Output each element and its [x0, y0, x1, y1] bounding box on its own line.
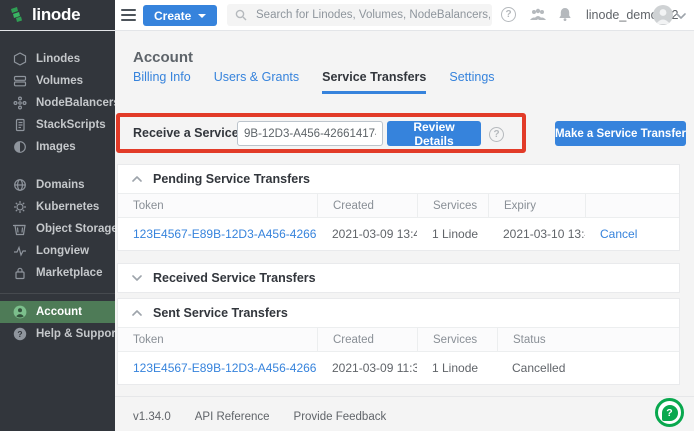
column-header-status: Status: [497, 328, 679, 351]
globe-icon: [12, 178, 27, 192]
sidebar-item-images[interactable]: Images: [0, 136, 115, 158]
panel-title: Pending Service Transfers: [153, 172, 310, 186]
provide-feedback-link[interactable]: Provide Feedback: [294, 411, 387, 423]
sidebar-item-kubernetes[interactable]: Kubernetes: [0, 196, 115, 218]
panel-title: Received Service Transfers: [153, 271, 316, 285]
table-row: 123E4567-E89B-12D3-A456-426614174001 202…: [118, 352, 679, 384]
tab-settings[interactable]: Settings: [449, 70, 494, 94]
top-navigation-bar: linode Create ?: [0, 0, 694, 31]
column-header-actions: [585, 194, 679, 217]
help-chat-button[interactable]: ?: [655, 398, 684, 427]
tab-service-transfers[interactable]: Service Transfers: [322, 70, 426, 94]
created-cell: 2021-03-09 13:47: [317, 218, 417, 250]
nodebalancer-icon: [12, 96, 27, 110]
search-input[interactable]: [254, 8, 492, 22]
column-header-created: Created: [317, 194, 417, 217]
sidebar-item-marketplace[interactable]: Marketplace: [0, 262, 115, 284]
sidebar-divider: [0, 293, 115, 294]
sidebar-item-account[interactable]: Account: [0, 301, 115, 323]
services-cell: 1 Linode: [417, 352, 497, 384]
community-icon[interactable]: [529, 8, 547, 21]
api-reference-link[interactable]: API Reference: [195, 411, 270, 423]
created-cell: 2021-03-09 11:33: [317, 352, 417, 384]
question-circle-icon: ?: [12, 327, 27, 341]
column-header-created: Created: [317, 328, 417, 351]
sidebar-item-linodes[interactable]: Linodes: [0, 48, 115, 70]
received-panel-toggle[interactable]: Received Service Transfers: [118, 264, 679, 292]
version-label: v1.34.0: [133, 411, 171, 423]
linode-logo[interactable]: linode: [0, 0, 115, 30]
token-link[interactable]: 123E4567-E89B-12D3-A456-426614174001: [133, 361, 317, 375]
create-button[interactable]: Create: [143, 5, 217, 26]
column-header-token: Token: [118, 328, 317, 351]
footer: v1.34.0 API Reference Provide Feedback: [115, 396, 694, 423]
chevron-up-icon: [132, 176, 142, 182]
sidebar-item-volumes[interactable]: Volumes: [0, 70, 115, 92]
panel-title: Sent Service Transfers: [153, 306, 288, 320]
help-icon[interactable]: ?: [489, 127, 504, 142]
pending-panel-toggle[interactable]: Pending Service Transfers: [118, 165, 679, 193]
linode-logo-icon: [10, 6, 26, 24]
services-cell: 1 Linode: [417, 218, 488, 250]
main-content: Account Billing Info Users & Grants Serv…: [115, 30, 694, 431]
column-header-expiry: Expiry: [488, 194, 585, 217]
stackscripts-icon: [12, 118, 27, 132]
question-bubble-icon: ?: [662, 405, 678, 421]
pending-table-header: Token Created Services Expiry: [118, 193, 679, 218]
sent-panel-toggle[interactable]: Sent Service Transfers: [118, 299, 679, 327]
pulse-icon: [12, 244, 27, 258]
column-header-services: Services: [417, 328, 497, 351]
tab-users-grants[interactable]: Users & Grants: [214, 70, 299, 94]
account-tabs: Billing Info Users & Grants Service Tran…: [133, 70, 495, 94]
linode-cloud-manager: linode Create ?: [0, 0, 694, 431]
logo-text: linode: [32, 5, 80, 25]
notifications-bell-icon[interactable]: [558, 7, 572, 22]
sidebar-item-domains[interactable]: Domains: [0, 174, 115, 196]
transfer-token-input[interactable]: [237, 121, 383, 146]
tab-billing-info[interactable]: Billing Info: [133, 70, 191, 94]
bucket-icon: [12, 222, 27, 236]
images-icon: [12, 140, 27, 154]
column-header-token: Token: [118, 194, 317, 217]
global-search[interactable]: [227, 4, 492, 26]
token-link[interactable]: 123E4567-E89B-12D3-A456-426614174000: [133, 227, 317, 241]
volumes-icon: [12, 74, 27, 88]
table-row: 123E4567-E89B-12D3-A456-426614174000 202…: [118, 218, 679, 250]
linode-cube-icon: [12, 52, 27, 66]
account-person-icon: [12, 305, 27, 319]
avatar[interactable]: [653, 5, 673, 25]
svg-text:?: ?: [17, 329, 22, 339]
sidebar-item-longview[interactable]: Longview: [0, 240, 115, 262]
column-header-services: Services: [417, 194, 488, 217]
sidebar-item-nodebalancers[interactable]: NodeBalancers: [0, 92, 115, 114]
sidebar-item-help-support[interactable]: ? Help & Support: [0, 323, 115, 345]
status-cell: Cancelled: [497, 352, 679, 384]
chevron-up-icon: [132, 310, 142, 316]
sent-transfers-panel: Sent Service Transfers Token Created Ser…: [117, 298, 680, 385]
chevron-down-icon: [198, 14, 206, 18]
help-icon[interactable]: ?: [501, 7, 516, 22]
create-button-label: Create: [154, 9, 191, 23]
sent-table-header: Token Created Services Status: [118, 327, 679, 352]
page-title: Account: [133, 49, 193, 66]
review-details-button[interactable]: Review Details: [387, 121, 481, 146]
sidebar-item-object-storage[interactable]: Object Storage: [0, 218, 115, 240]
chevron-down-icon[interactable]: [676, 13, 686, 19]
chevron-down-icon: [132, 275, 142, 281]
search-icon: [235, 9, 247, 21]
cancel-link[interactable]: Cancel: [600, 227, 637, 241]
sidebar-item-stackscripts[interactable]: StackScripts: [0, 114, 115, 136]
expiry-cell: 2021-03-10 13:47: [488, 218, 585, 250]
received-transfers-panel: Received Service Transfers: [117, 263, 680, 293]
pending-transfers-panel: Pending Service Transfers Token Created …: [117, 164, 680, 251]
kubernetes-wheel-icon: [12, 200, 27, 214]
padlock-icon: [12, 266, 27, 280]
menu-icon[interactable]: [121, 9, 136, 21]
make-service-transfer-button[interactable]: Make a Service Transfer: [555, 121, 686, 146]
sidebar: Linodes Volumes NodeBalancers StackScrip…: [0, 30, 115, 431]
